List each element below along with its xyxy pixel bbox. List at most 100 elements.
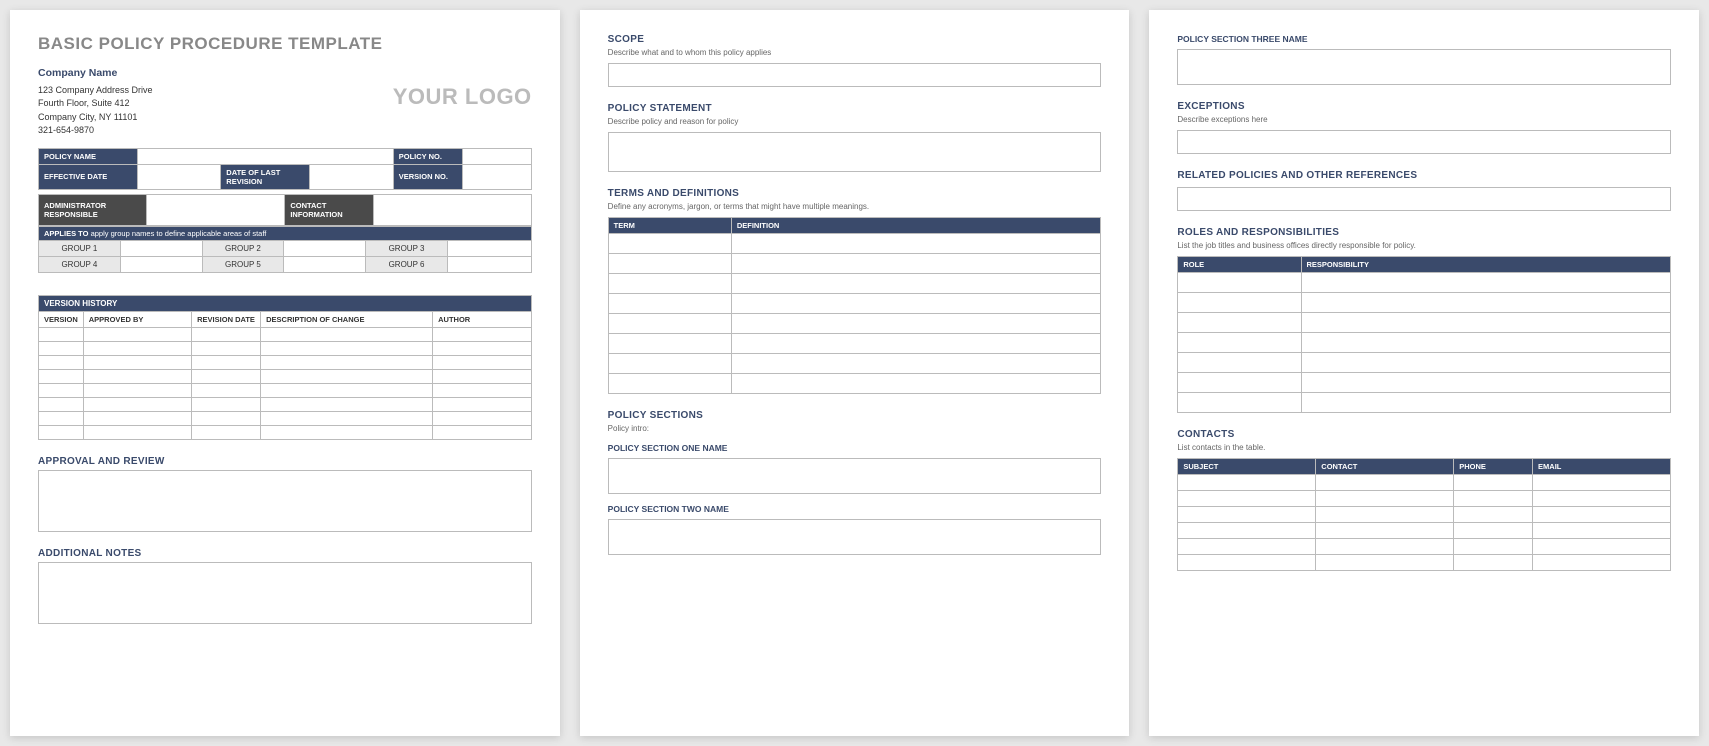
field-effective-date[interactable]	[137, 164, 221, 189]
table-row[interactable]	[608, 254, 1101, 274]
table-row[interactable]	[1178, 393, 1671, 413]
roles-heading: ROLES AND RESPONSIBILITIES	[1177, 227, 1671, 238]
exceptions-box[interactable]	[1177, 130, 1671, 154]
label-contact-info: CONTACT INFORMATION	[285, 194, 374, 225]
contacts-table: SUBJECT CONTACT PHONE EMAIL	[1177, 458, 1671, 571]
table-row[interactable]	[39, 369, 532, 383]
label-effective-date: EFFECTIVE DATE	[39, 164, 138, 189]
table-row[interactable]	[39, 383, 532, 397]
policy-sections-intro: Policy intro:	[608, 424, 1102, 433]
field-policy-name[interactable]	[137, 148, 393, 164]
col-contact: CONTACT	[1316, 459, 1454, 475]
col-subject: SUBJECT	[1178, 459, 1316, 475]
group-value[interactable]	[120, 240, 202, 256]
col-email: EMAIL	[1533, 459, 1671, 475]
additional-notes-box[interactable]	[38, 562, 532, 624]
col-phone: PHONE	[1454, 459, 1533, 475]
col-revision-date: REVISION DATE	[192, 311, 261, 327]
group-cell[interactable]: GROUP 6	[366, 256, 448, 272]
applies-to-table: APPLIES TO apply group names to define a…	[38, 226, 532, 273]
table-row[interactable]	[39, 341, 532, 355]
table-row[interactable]	[1178, 273, 1671, 293]
label-policy-no: POLICY NO.	[393, 148, 462, 164]
table-row[interactable]	[608, 354, 1101, 374]
table-row[interactable]	[1178, 475, 1671, 491]
col-term: TERM	[608, 218, 731, 234]
table-row[interactable]	[1178, 491, 1671, 507]
table-row[interactable]	[1178, 293, 1671, 313]
table-row[interactable]	[39, 411, 532, 425]
col-description: DESCRIPTION OF CHANGE	[261, 311, 433, 327]
col-approved-by: APPROVED BY	[83, 311, 191, 327]
company-phone: 321-654-9870	[38, 124, 153, 138]
related-box[interactable]	[1177, 187, 1671, 211]
label-admin-responsible: ADMINISTRATOR RESPONSIBLE	[39, 194, 147, 225]
roles-table: ROLE RESPONSIBILITY	[1177, 256, 1671, 413]
field-admin-responsible[interactable]	[147, 194, 285, 225]
table-row[interactable]	[1178, 555, 1671, 571]
group-value[interactable]	[284, 240, 366, 256]
table-row[interactable]	[39, 327, 532, 341]
policy-section-2-box[interactable]	[608, 519, 1102, 555]
table-row[interactable]	[608, 314, 1101, 334]
col-responsibility: RESPONSIBILITY	[1301, 257, 1671, 273]
policy-section-3-heading: POLICY SECTION THREE NAME	[1177, 34, 1671, 44]
table-row[interactable]	[608, 294, 1101, 314]
group-value[interactable]	[447, 256, 531, 272]
policy-section-3-box[interactable]	[1177, 49, 1671, 85]
field-version-no[interactable]	[462, 164, 531, 189]
terms-heading: TERMS AND DEFINITIONS	[608, 188, 1102, 199]
contacts-desc: List contacts in the table.	[1177, 443, 1671, 452]
table-row[interactable]	[1178, 333, 1671, 353]
table-row[interactable]	[1178, 353, 1671, 373]
table-row[interactable]	[39, 425, 532, 439]
company-name: Company Name	[38, 66, 153, 82]
table-row[interactable]	[1178, 523, 1671, 539]
applies-to-label: APPLIES TO	[44, 229, 88, 238]
group-cell[interactable]: GROUP 2	[202, 240, 284, 256]
table-row[interactable]	[608, 274, 1101, 294]
group-cell[interactable]: GROUP 1	[39, 240, 121, 256]
col-definition: DEFINITION	[731, 218, 1101, 234]
table-row[interactable]	[1178, 507, 1671, 523]
field-contact-info[interactable]	[373, 194, 531, 225]
group-value[interactable]	[120, 256, 202, 272]
group-value[interactable]	[447, 240, 531, 256]
col-version: VERSION	[39, 311, 84, 327]
company-addr3: Company City, NY 11101	[38, 111, 153, 125]
scope-desc: Describe what and to whom this policy ap…	[608, 48, 1102, 57]
policy-section-1-box[interactable]	[608, 458, 1102, 494]
group-cell[interactable]: GROUP 5	[202, 256, 284, 272]
group-cell[interactable]: GROUP 3	[366, 240, 448, 256]
policy-statement-desc: Describe policy and reason for policy	[608, 117, 1102, 126]
label-policy-name: POLICY NAME	[39, 148, 138, 164]
table-row[interactable]	[1178, 539, 1671, 555]
table-row[interactable]	[39, 397, 532, 411]
field-policy-no[interactable]	[462, 148, 531, 164]
policy-section-1-heading: POLICY SECTION ONE NAME	[608, 443, 1102, 453]
col-author: AUTHOR	[433, 311, 532, 327]
table-row[interactable]	[608, 334, 1101, 354]
applies-to-row: APPLIES TO apply group names to define a…	[39, 226, 532, 240]
table-row[interactable]	[39, 355, 532, 369]
approval-review-heading: APPROVAL AND REVIEW	[38, 456, 532, 467]
company-block: Company Name 123 Company Address Drive F…	[38, 66, 532, 138]
table-row[interactable]	[608, 234, 1101, 254]
terms-desc: Define any acronyms, jargon, or terms th…	[608, 202, 1102, 211]
scope-box[interactable]	[608, 63, 1102, 87]
page-2: SCOPE Describe what and to whom this pol…	[580, 10, 1130, 736]
table-row[interactable]	[608, 374, 1101, 394]
logo-placeholder: YOUR LOGO	[393, 84, 532, 110]
admin-contact-table: ADMINISTRATOR RESPONSIBLE CONTACT INFORM…	[38, 194, 532, 226]
company-info: Company Name 123 Company Address Drive F…	[38, 66, 153, 138]
version-history-table: VERSION HISTORY VERSION APPROVED BY REVI…	[38, 295, 532, 440]
policy-statement-box[interactable]	[608, 132, 1102, 172]
table-row[interactable]	[1178, 373, 1671, 393]
exceptions-heading: EXCEPTIONS	[1177, 101, 1671, 112]
label-last-revision: DATE OF LAST REVISION	[221, 164, 310, 189]
group-cell[interactable]: GROUP 4	[39, 256, 121, 272]
approval-review-box[interactable]	[38, 470, 532, 532]
field-last-revision[interactable]	[309, 164, 393, 189]
table-row[interactable]	[1178, 313, 1671, 333]
group-value[interactable]	[284, 256, 366, 272]
